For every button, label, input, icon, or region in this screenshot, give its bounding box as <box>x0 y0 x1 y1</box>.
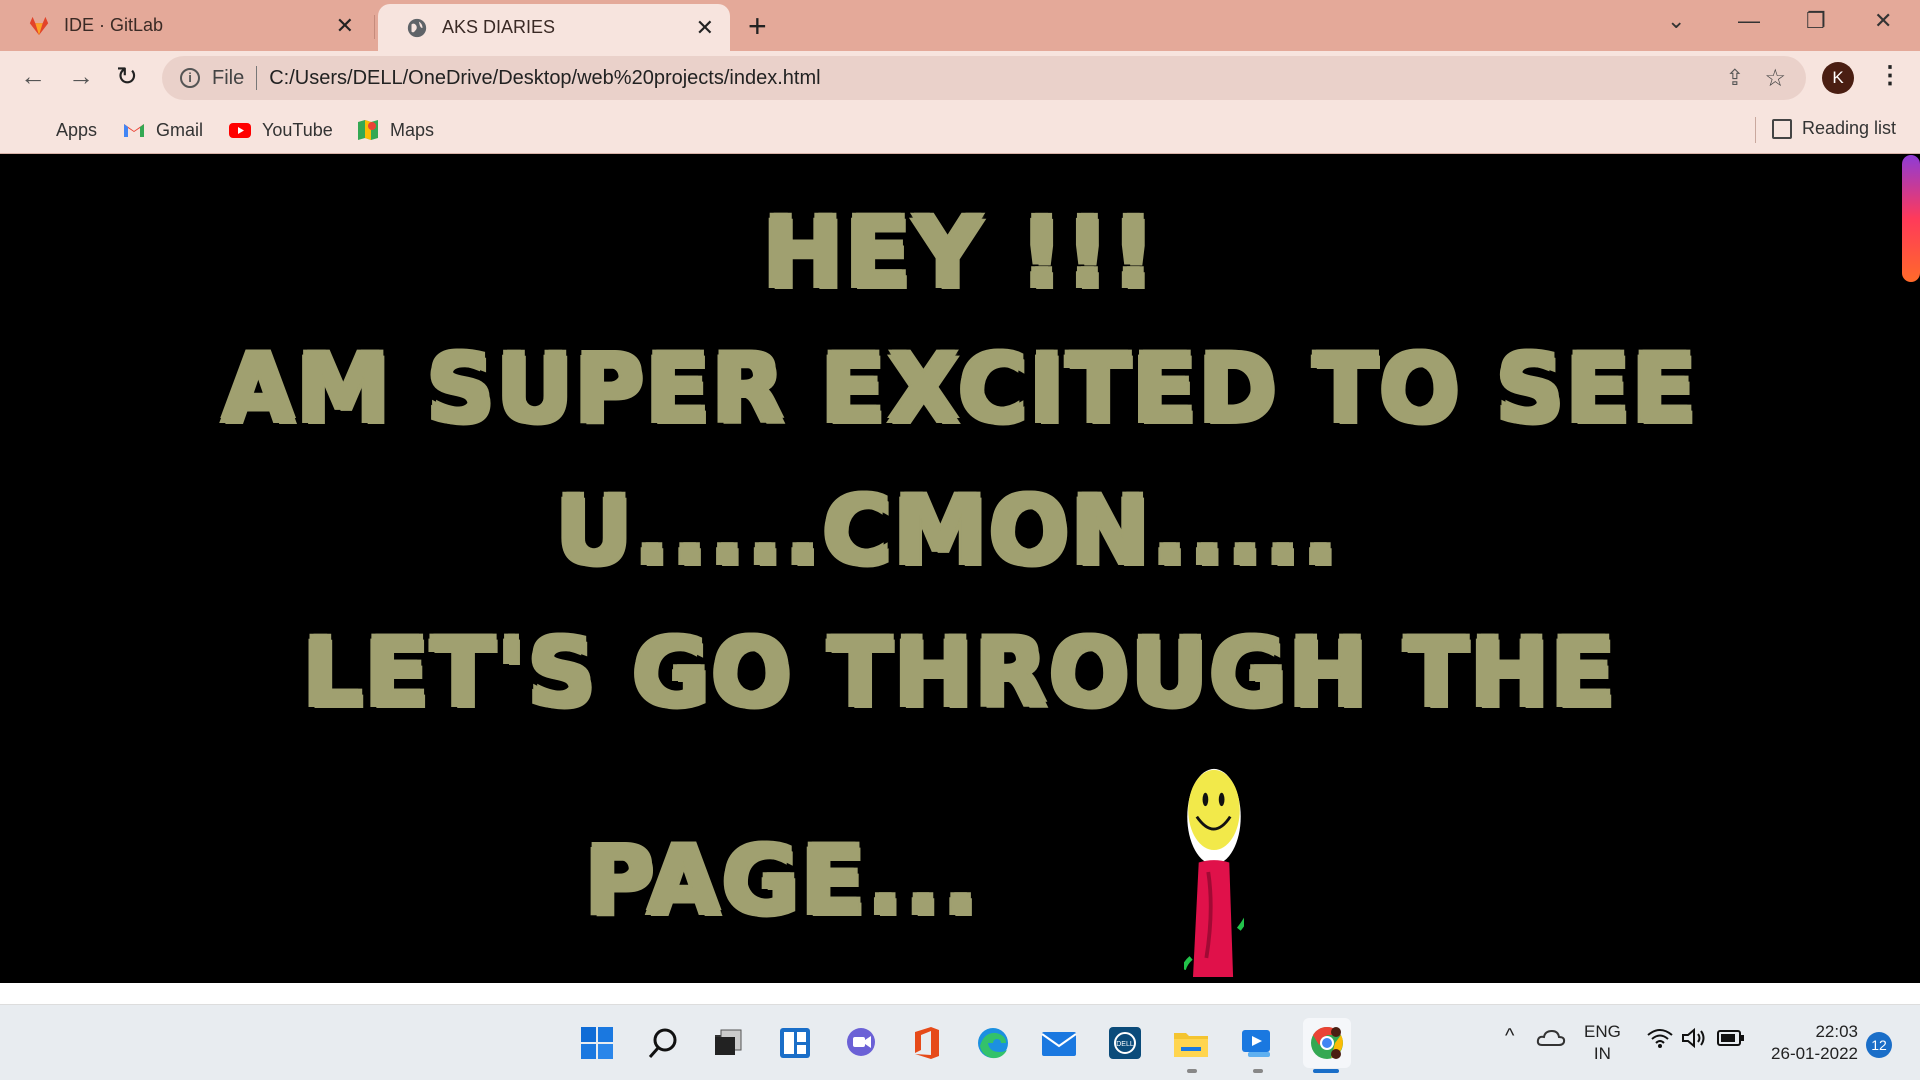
onedrive-cloud-icon[interactable] <box>1536 1027 1566 1055</box>
close-tab-icon[interactable]: ✕ <box>336 13 354 39</box>
page-headline-line: PAGE... <box>585 827 981 936</box>
address-bar[interactable]: i File C:/Users/DELL/OneDrive/Desktop/we… <box>162 56 1806 100</box>
reading-list-label: Reading list <box>1802 118 1897 138</box>
site-info-icon[interactable]: i <box>180 68 200 88</box>
bookmark-gmail[interactable]: Gmail <box>122 118 203 142</box>
notification-badge[interactable]: 12 <box>1866 1032 1892 1058</box>
tab-aks-diaries[interactable]: AKS DIARIES ✕ <box>378 4 730 51</box>
svg-text:DELL: DELL <box>1116 1041 1134 1048</box>
dell-icon[interactable]: DELL <box>1105 1023 1145 1063</box>
show-hidden-icons-chevron-icon[interactable]: ^ <box>1505 1025 1514 1047</box>
page-headline-line: LET'S GO THROUGH THE <box>302 619 1618 728</box>
volume-icon[interactable] <box>1681 1027 1707 1055</box>
active-app-indicator <box>1313 1069 1339 1073</box>
page-headline-line: AM SUPER EXCITED TO SEE <box>221 335 1699 444</box>
bookmark-label: Maps <box>390 119 435 140</box>
tab-strip: IDE · GitLab ✕ AKS DIARIES ✕ + ⌄ — ❐ ✕ <box>0 0 1920 51</box>
search-icon[interactable] <box>643 1023 683 1063</box>
globe-icon <box>407 18 427 37</box>
bookmark-label: Apps <box>56 119 98 140</box>
clock-date: 26-01-2022 <box>1771 1044 1858 1063</box>
language-indicator[interactable]: ENG IN <box>1584 1021 1621 1065</box>
tab-search-chevron-icon[interactable]: ⌄ <box>1667 8 1685 34</box>
menu-dots-icon[interactable]: ⋮ <box>1878 61 1902 90</box>
divider <box>256 66 258 90</box>
gitlab-icon <box>29 16 49 35</box>
back-icon[interactable]: ← <box>20 61 46 92</box>
close-tab-icon[interactable]: ✕ <box>696 15 714 41</box>
reading-list-icon <box>1772 118 1792 139</box>
profile-avatar[interactable]: K <box>1822 62 1854 94</box>
restore-icon[interactable]: ❐ <box>1806 8 1826 34</box>
apps-grid-icon <box>22 118 46 142</box>
scrollbar-thumb[interactable] <box>1902 155 1920 282</box>
bookmark-apps[interactable]: Apps <box>22 118 97 142</box>
close-window-icon[interactable]: ✕ <box>1874 8 1892 34</box>
tab-gitlab[interactable]: IDE · GitLab ✕ <box>0 0 370 51</box>
task-view-icon[interactable] <box>709 1023 749 1063</box>
battery-icon[interactable] <box>1717 1029 1745 1053</box>
windows-start-icon[interactable] <box>577 1023 617 1063</box>
maps-icon <box>358 120 378 140</box>
youtube-icon <box>229 123 251 138</box>
tab-title: IDE · GitLab <box>64 15 164 35</box>
language-code: ENG <box>1584 1022 1621 1041</box>
reading-list-button[interactable]: Reading list <box>1772 118 1896 139</box>
url-text[interactable]: C:/Users/DELL/OneDrive/Desktop/web%20pro… <box>269 67 820 90</box>
bookmark-youtube[interactable]: YouTube <box>228 118 333 142</box>
bookmark-star-icon[interactable]: ☆ <box>1764 64 1786 93</box>
region-code: IN <box>1593 1044 1611 1063</box>
clock-time: 22:03 <box>1815 1022 1858 1041</box>
web-page-content: HEY !!! AM SUPER EXCITED TO SEE U.....CM… <box>0 155 1920 983</box>
url-scheme: File <box>212 66 245 89</box>
divider <box>1755 117 1756 143</box>
minimize-icon[interactable]: — <box>1738 8 1760 34</box>
wifi-icon[interactable] <box>1647 1027 1673 1055</box>
chrome-icon[interactable] <box>1303 1018 1351 1068</box>
file-explorer-icon[interactable] <box>1171 1023 1211 1063</box>
page-bottom-strip <box>0 983 1920 1005</box>
smiley-figure-image <box>1184 768 1244 977</box>
forward-icon[interactable]: → <box>68 61 94 92</box>
clock[interactable]: 22:03 26-01-2022 <box>1764 1021 1858 1065</box>
page-headline-line: HEY !!! <box>762 197 1158 309</box>
bookmarks-bar: Apps Gmail YouTube Maps Reading list <box>0 107 1920 154</box>
running-indicator <box>1187 1069 1197 1073</box>
tab-title: AKS DIARIES <box>442 17 556 37</box>
bookmark-label: YouTube <box>262 119 333 140</box>
office-icon[interactable] <box>907 1023 947 1063</box>
teams-chat-icon[interactable] <box>841 1023 881 1063</box>
mail-icon[interactable] <box>1039 1023 1079 1063</box>
reload-icon[interactable]: ↻ <box>116 61 138 92</box>
windows-taskbar: DELL ^ ENG IN 22:03 26-01-2022 12 <box>0 1005 1920 1080</box>
running-indicator <box>1253 1069 1263 1073</box>
gmail-icon <box>124 124 144 137</box>
widgets-icon[interactable] <box>775 1023 815 1063</box>
browser-toolbar: ← → ↻ i File C:/Users/DELL/OneDrive/Desk… <box>0 51 1920 107</box>
page-headline-line: U.....CMON..... <box>555 477 1341 586</box>
edge-icon[interactable] <box>973 1023 1013 1063</box>
media-player-icon[interactable] <box>1237 1023 1277 1063</box>
bookmark-label: Gmail <box>156 119 204 140</box>
tab-separator <box>374 15 375 39</box>
share-icon[interactable]: ⇪ <box>1726 65 1744 91</box>
new-tab-button[interactable]: + <box>748 8 767 45</box>
bookmark-maps[interactable]: Maps <box>356 118 434 142</box>
